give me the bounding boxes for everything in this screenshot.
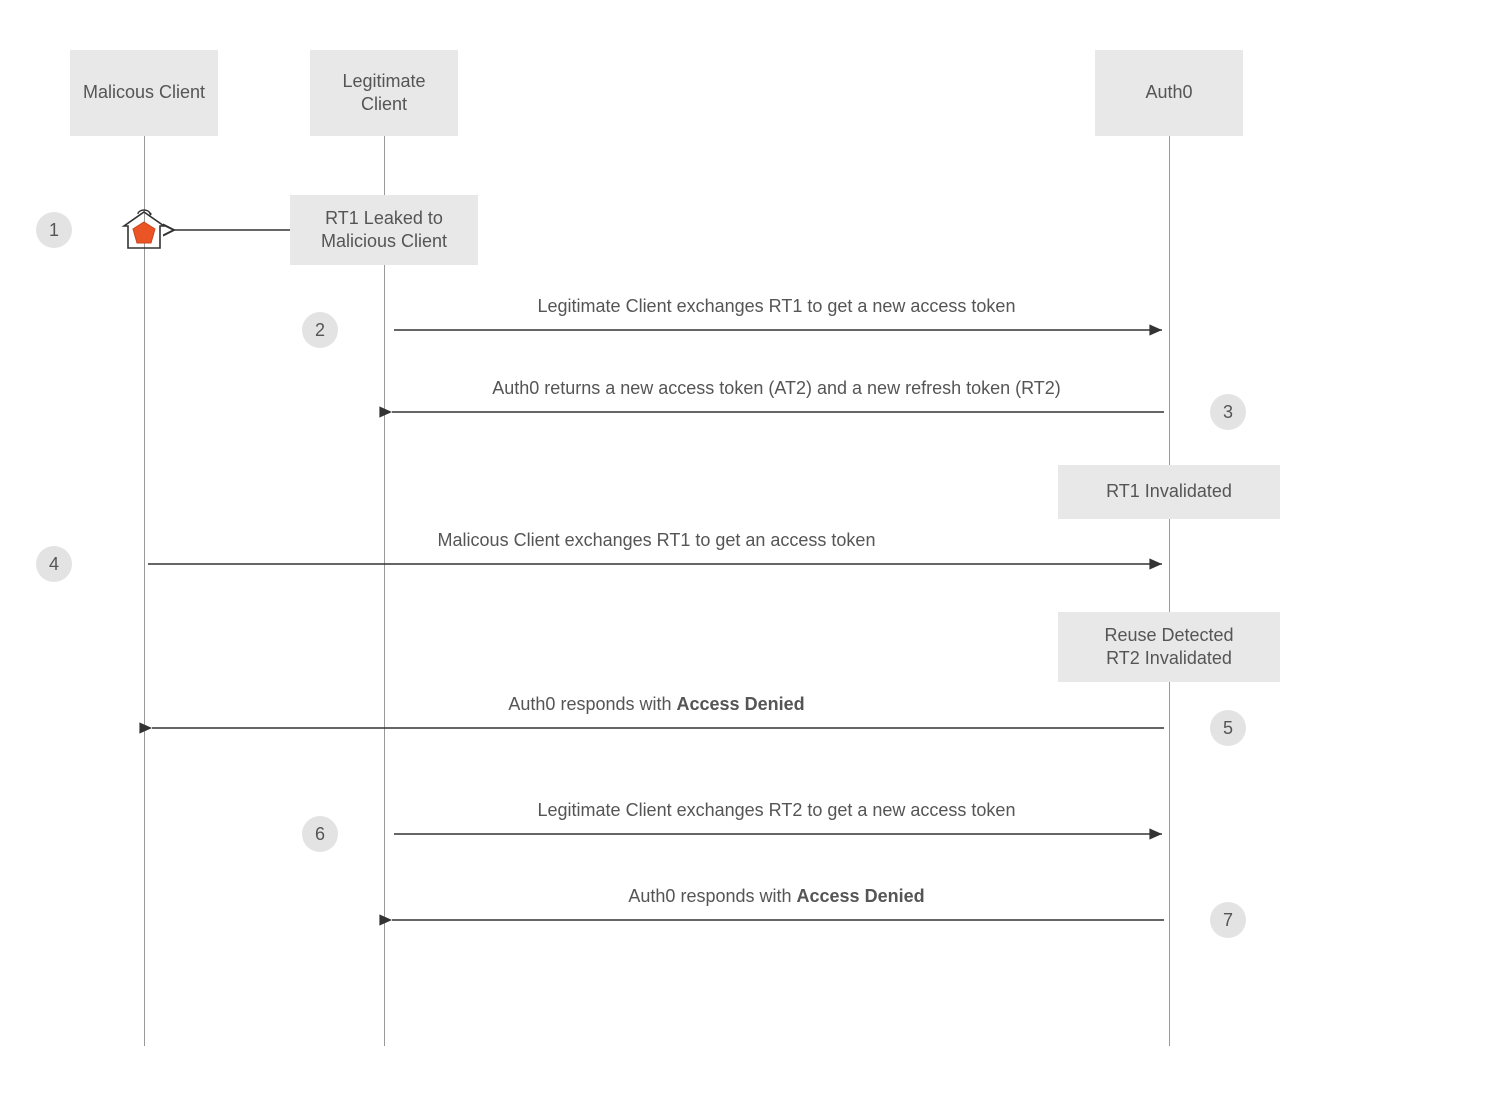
arrow-3 <box>384 404 1169 420</box>
arrow-4 <box>144 556 1169 572</box>
participant-label: Auth0 <box>1145 81 1192 104</box>
note-rt1-invalidated: RT1 Invalidated <box>1058 465 1280 519</box>
note-text: RT1 Invalidated <box>1106 480 1232 503</box>
note-reuse-detected: Reuse Detected RT2 Invalidated <box>1058 612 1280 682</box>
step-badge-3: 3 <box>1210 394 1246 430</box>
participant-auth0: Auth0 <box>1095 50 1243 136</box>
note-text: RT1 Leaked to Malicious Client <box>302 207 466 254</box>
step-badge-4: 4 <box>36 546 72 582</box>
msg-text-bold: Access Denied <box>797 886 925 906</box>
participant-label: Legitimate Client <box>320 70 448 117</box>
msg-text-bold: Access Denied <box>677 694 805 714</box>
msg-text-pre: Auth0 responds with <box>628 886 796 906</box>
step-number: 4 <box>49 554 59 575</box>
participant-label: Malicous Client <box>83 81 205 104</box>
arrow-6 <box>384 826 1169 842</box>
lifeline-auth0 <box>1169 136 1170 1046</box>
note-text-line1: Reuse Detected <box>1104 624 1233 647</box>
step-badge-6: 6 <box>302 816 338 852</box>
msg-text-pre: Auth0 responds with <box>508 694 676 714</box>
msg-label-2: Legitimate Client exchanges RT1 to get a… <box>384 296 1169 317</box>
step-number: 6 <box>315 824 325 845</box>
step-number: 7 <box>1223 910 1233 931</box>
participant-legitimate-client: Legitimate Client <box>310 50 458 136</box>
step-badge-5: 5 <box>1210 710 1246 746</box>
sequence-diagram: Malicous Client Legitimate Client Auth0 … <box>0 0 1500 1105</box>
arrow-5 <box>144 720 1169 736</box>
note-text-line2: RT2 Invalidated <box>1106 647 1232 670</box>
step-number: 5 <box>1223 718 1233 739</box>
arrow-7 <box>384 912 1169 928</box>
msg-label-7: Auth0 responds with Access Denied <box>384 886 1169 907</box>
malicious-token-icon <box>118 208 170 254</box>
step-badge-2: 2 <box>302 312 338 348</box>
step-number: 1 <box>49 220 59 241</box>
msg-text: Legitimate Client exchanges RT2 to get a… <box>538 800 1016 820</box>
step-number: 2 <box>315 320 325 341</box>
note-leak: RT1 Leaked to Malicious Client <box>290 195 478 265</box>
lifeline-legitimate <box>384 136 385 1046</box>
step-badge-7: 7 <box>1210 902 1246 938</box>
arrow-2 <box>384 322 1169 338</box>
lifeline-malicious <box>144 136 145 1046</box>
msg-text: Malicous Client exchanges RT1 to get an … <box>438 530 876 550</box>
msg-text: Auth0 returns a new access token (AT2) a… <box>492 378 1061 398</box>
msg-label-4: Malicous Client exchanges RT1 to get an … <box>144 530 1169 551</box>
msg-label-6: Legitimate Client exchanges RT2 to get a… <box>384 800 1169 821</box>
msg-text: Legitimate Client exchanges RT1 to get a… <box>538 296 1016 316</box>
step-number: 3 <box>1223 402 1233 423</box>
participant-malicious-client: Malicous Client <box>70 50 218 136</box>
msg-label-5: Auth0 responds with Access Denied <box>144 694 1169 715</box>
msg-label-3: Auth0 returns a new access token (AT2) a… <box>384 378 1169 399</box>
step-badge-1: 1 <box>36 212 72 248</box>
